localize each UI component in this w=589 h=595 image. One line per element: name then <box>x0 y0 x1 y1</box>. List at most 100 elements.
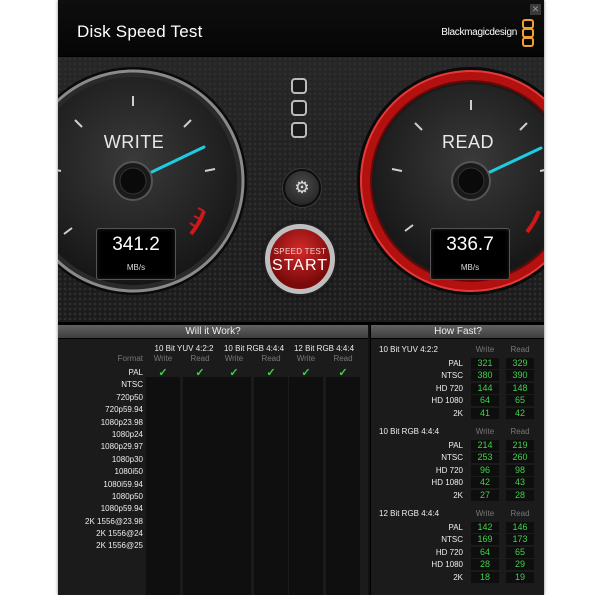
read-column-header: Read <box>510 509 530 518</box>
will-it-work-column-headers: Format 10 Bit YUV 4:2:2 Write Read 10 Bit RG… <box>58 339 368 367</box>
write-label: WRITE <box>103 132 165 152</box>
selector-slot-1[interactable] <box>291 78 307 94</box>
write-speed-cell: 18 <box>471 571 499 583</box>
column-background <box>217 377 251 595</box>
read-column-header: Read <box>261 354 281 363</box>
format-label: 1080i50 <box>114 467 143 477</box>
format-label: 1080p30 <box>111 454 143 464</box>
column-background <box>254 377 288 595</box>
start-button[interactable]: SPEED TEST START <box>265 224 335 294</box>
selector-slot-3[interactable] <box>291 122 307 138</box>
resolution-label: PAL <box>448 441 463 450</box>
write-speed-cell: 214 <box>471 440 499 451</box>
section-title: 10 Bit RGB 4:4:4 <box>379 427 440 436</box>
selector-slot-2[interactable] <box>291 100 307 116</box>
resolution-label: PAL <box>448 523 463 532</box>
read-speed-cell: 43 <box>506 477 534 489</box>
read-speed-unit: MB/s <box>460 263 480 272</box>
resolution-label: HD 1080 <box>431 396 463 406</box>
read-label: READ <box>441 132 494 152</box>
write-speed-value: 341.2 <box>112 234 160 255</box>
speed-row: 2K 41 42 <box>371 407 544 419</box>
write-speed-cell: 64 <box>471 395 499 407</box>
write-readout: 341.2 MB/s <box>96 228 176 280</box>
resolution-label: HD 720 <box>435 465 463 475</box>
write-speed-cell: 380 <box>471 370 499 382</box>
format-label: 1080p24 <box>111 429 143 439</box>
format-label: 1080p50 <box>111 491 143 501</box>
read-speed-cell: 42 <box>506 407 534 419</box>
format-label: 2K 1556@25 <box>96 541 143 551</box>
speed-row: HD 720 144 148 <box>371 382 544 394</box>
how-fast-panel: How Fast? 10 Bit YUV 4:2:2 Write Read PAL 32… <box>370 325 544 595</box>
write-speed-cell: 321 <box>471 358 499 369</box>
write-speed-cell: 64 <box>471 546 499 558</box>
read-column-header: Read <box>333 354 353 363</box>
column-background <box>326 377 360 595</box>
format-label: NTSC <box>121 380 143 390</box>
write-column-header: Write <box>475 427 495 436</box>
read-speed-cell: 98 <box>506 464 534 476</box>
format-label: 2K 1556@23.98 <box>85 516 143 526</box>
settings-button[interactable]: ⚙ <box>283 169 321 207</box>
format-column-header: Format <box>117 354 143 363</box>
read-speed-cell: 65 <box>506 395 534 407</box>
group-header: 12 Bit RGB 4:4:4 <box>293 344 355 353</box>
start-button-caption: SPEED TEST <box>273 247 327 256</box>
write-speed-cell: 42 <box>471 477 499 489</box>
write-speed-cell: 41 <box>471 407 499 419</box>
write-column-header: Write <box>475 345 495 354</box>
column-background <box>289 377 323 595</box>
resolution-label: HD 720 <box>435 547 463 557</box>
disk-speed-test-window: Disk Speed Test Blackmagicdesign ✕ WRITE… <box>58 0 544 595</box>
speed-row: NTSC 253 260 <box>371 452 544 464</box>
gear-icon: ⚙ <box>294 178 310 197</box>
write-speed-unit: MB/s <box>126 263 146 272</box>
target-selector[interactable] <box>289 78 311 144</box>
speed-row: HD 720 64 65 <box>371 546 544 558</box>
write-column-header: Write <box>475 509 495 518</box>
format-label: 1080p23.98 <box>100 417 143 427</box>
speed-row: NTSC 169 173 <box>371 534 544 546</box>
speed-row: PAL 321 329 <box>371 358 544 369</box>
resolution-label: NTSC <box>441 535 463 545</box>
how-fast-header: How Fast? <box>371 325 544 339</box>
format-label: 1080p59.94 <box>100 504 143 514</box>
read-column-header: Read <box>190 354 210 363</box>
write-speed-cell: 169 <box>471 534 499 546</box>
group-header: 10 Bit RGB 4:4:4 <box>223 344 285 353</box>
write-speed-cell: 142 <box>471 522 499 533</box>
speed-row: 2K 18 19 <box>371 571 544 583</box>
write-speed-cell: 253 <box>471 452 499 464</box>
resolution-label: HD 1080 <box>431 560 463 570</box>
column-background <box>183 377 217 595</box>
read-speed-cell: 19 <box>506 571 534 583</box>
read-speed-cell: 219 <box>506 440 534 451</box>
read-speed-cell: 148 <box>506 382 534 394</box>
column-background <box>146 377 180 595</box>
speed-row: HD 1080 28 29 <box>371 559 544 571</box>
format-label: 720p59.94 <box>105 405 143 415</box>
section-title: 10 Bit YUV 4:2:2 <box>379 345 438 354</box>
format-label: 720p50 <box>116 392 143 402</box>
resolution-label: NTSC <box>441 453 463 463</box>
read-speed-cell: 260 <box>506 452 534 464</box>
resolution-label: 2K <box>453 408 463 418</box>
write-speed-cell: 96 <box>471 464 499 476</box>
write-column-header: Write <box>153 354 173 363</box>
will-it-work-header: Will it Work? <box>58 325 368 339</box>
read-speed-cell: 329 <box>506 358 534 369</box>
start-button-label: START <box>272 257 328 274</box>
resolution-label: HD 1080 <box>431 478 463 488</box>
section-title: 12 Bit RGB 4:4:4 <box>379 509 440 518</box>
read-speed-cell: 390 <box>506 370 534 382</box>
close-button[interactable]: ✕ <box>530 4 541 15</box>
app-title: Disk Speed Test <box>77 22 203 41</box>
will-it-work-panel: Will it Work? Format 10 Bit YUV 4:2:2 Writ… <box>58 325 368 595</box>
read-speed-cell: 65 <box>506 546 534 558</box>
read-speed-cell: 173 <box>506 534 534 546</box>
resolution-label: 2K <box>453 572 463 582</box>
format-label: 1080i59.94 <box>103 479 143 489</box>
resolution-label: PAL <box>448 359 463 368</box>
read-column-header: Read <box>510 427 530 436</box>
